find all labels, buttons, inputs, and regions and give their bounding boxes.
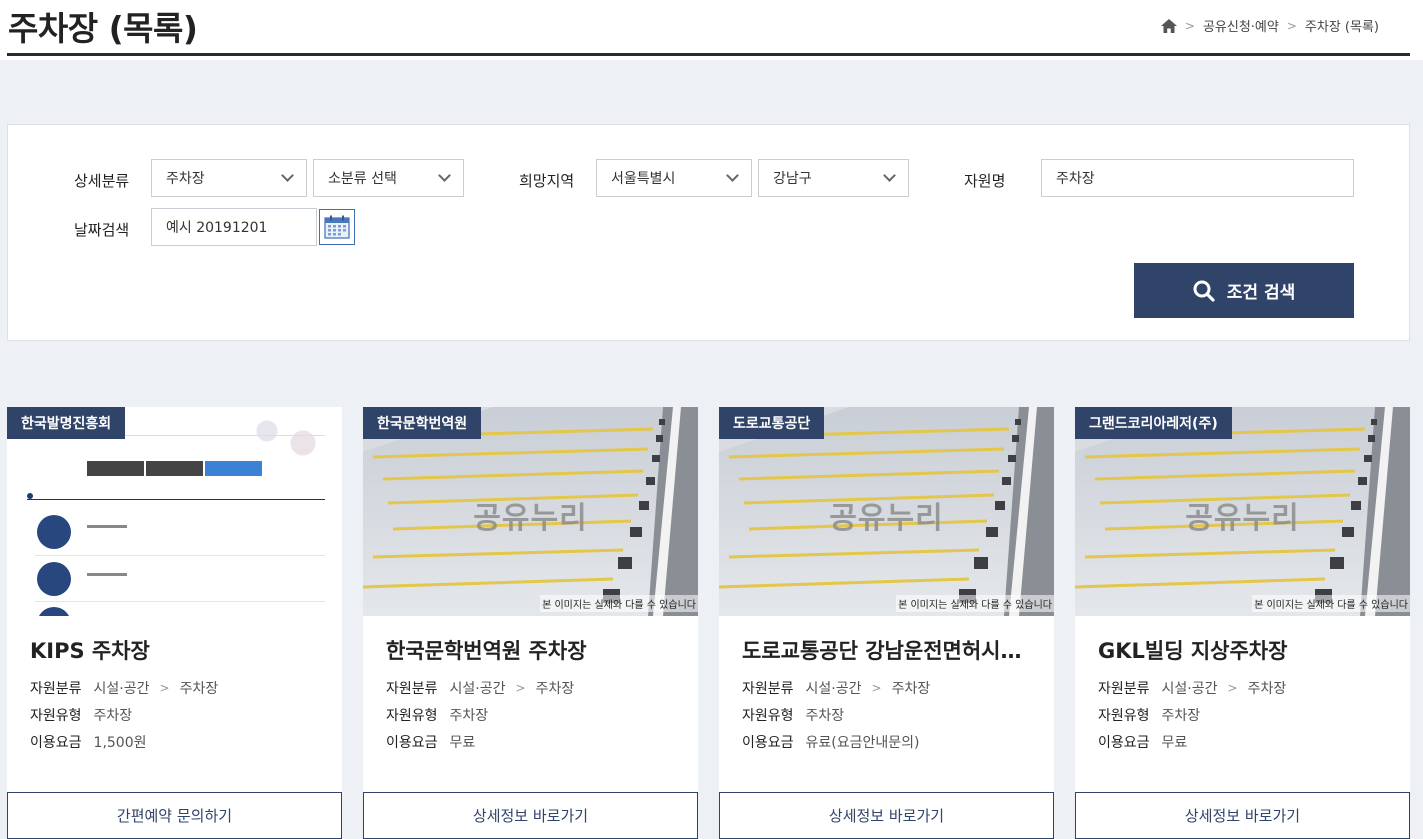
watermark: 공유누리: [473, 501, 588, 536]
resource-fee-row: 이용요금 무료: [386, 735, 476, 751]
search-button[interactable]: 조건 검색: [1134, 263, 1354, 318]
breadcrumb-item[interactable]: 공유신청·예약: [1203, 16, 1279, 35]
category-select[interactable]: 주차장: [151, 159, 307, 197]
resource-name-input[interactable]: 주차장: [1041, 159, 1354, 197]
resource-card[interactable]: 공유누리 본 이미지는 실제와 다를 수 있습니다 도로교통공단 도로교통공단 …: [719, 407, 1054, 839]
page-title: 주차장 (목록): [8, 9, 198, 48]
name-label: 자원명: [964, 172, 1006, 190]
resource-name[interactable]: 도로교통공단 강남운전면허시…: [742, 635, 1037, 665]
page-header: 주차장 (목록) > 공유신청·예약 > 주차장 (목록): [0, 0, 1423, 60]
image-disclaimer: 본 이미지는 실제와 다를 수 있습니다: [896, 595, 1054, 612]
resource-fee-row: 이용요금 무료: [1098, 735, 1188, 751]
date-input[interactable]: 예시 20191201: [151, 208, 317, 246]
category-label: 상세분류: [74, 172, 130, 190]
region-city-select[interactable]: 서울특별시: [596, 159, 752, 197]
breadcrumb-item-current: 주차장 (목록): [1304, 20, 1379, 35]
resource-category-row: 자원분류 시설·공간 > 주차장: [742, 681, 931, 697]
resource-type-row: 자원유형 주차장: [742, 708, 845, 724]
chevron-right-icon: >: [871, 681, 882, 695]
date-label: 날짜검색: [74, 221, 130, 239]
card-thumbnail[interactable]: 공유누리 본 이미지는 실제와 다를 수 있습니다 한국문학번역원: [363, 407, 698, 616]
provider-badge: 한국문학번역원: [363, 407, 482, 439]
image-disclaimer: 본 이미지는 실제와 다를 수 있습니다: [540, 595, 698, 612]
resource-category-row: 자원분류 시설·공간 > 주차장: [1098, 681, 1287, 697]
watermark: 공유누리: [1185, 501, 1300, 536]
chevron-right-icon: >: [159, 681, 170, 695]
resource-name[interactable]: KIPS 주차장: [30, 635, 325, 665]
provider-badge: 한국발명진흥회: [7, 407, 126, 439]
image-disclaimer: 본 이미지는 실제와 다를 수 있습니다: [1252, 595, 1410, 612]
search-icon: [1193, 280, 1215, 302]
resource-type-row: 자원유형 주차장: [1098, 708, 1201, 724]
chevron-down-icon: [726, 169, 739, 182]
resource-type-row: 자원유형 주차장: [30, 708, 133, 724]
watermark: 공유누리: [829, 501, 944, 536]
chevron-down-icon: [883, 169, 896, 182]
calendar-icon: [324, 215, 350, 239]
provider-badge: 그랜드코리아레저(주): [1075, 407, 1232, 439]
resource-name[interactable]: GKL빌딩 지상주차장: [1098, 635, 1393, 665]
subcategory-select[interactable]: 소분류 선택: [313, 159, 464, 197]
resource-name[interactable]: 한국문학번역원 주차장: [386, 635, 681, 665]
detail-info-button[interactable]: 상세정보 바로가기: [363, 792, 698, 839]
chevron-right-icon: >: [1227, 681, 1238, 695]
chevron-right-icon: >: [515, 681, 526, 695]
region-district-select[interactable]: 강남구: [758, 159, 909, 197]
provider-badge: 도로교통공단: [719, 407, 825, 439]
calendar-button[interactable]: [319, 209, 355, 245]
resource-category-row: 자원분류 시설·공간 > 주차장: [386, 681, 575, 697]
card-thumbnail[interactable]: 공유누리 본 이미지는 실제와 다를 수 있습니다 도로교통공단: [719, 407, 1054, 616]
search-panel: 상세분류 주차장 소분류 선택 희망지역 서울특별시 강남구 자원명 주차장 날…: [7, 124, 1410, 341]
resource-card[interactable]: 한국발명진흥회 KIPS 주차장 자원분류 시설·공간 > 주차장 자원유형 주차장 이…: [7, 407, 342, 839]
chevron-down-icon: [438, 169, 451, 182]
breadcrumb: > 공유신청·예약 > 주차장 (목록): [1160, 16, 1379, 35]
region-label: 희망지역: [519, 172, 575, 190]
detail-info-button[interactable]: 상세정보 바로가기: [719, 792, 1054, 839]
home-icon[interactable]: [1160, 18, 1177, 33]
chevron-right-icon: >: [1184, 18, 1195, 33]
chevron-down-icon: [281, 169, 294, 182]
resource-fee-row: 이용요금 1,500원: [30, 735, 147, 751]
resource-fee-row: 이용요금 유료(요금안내문의): [742, 735, 920, 751]
card-thumbnail[interactable]: 한국발명진흥회: [7, 407, 342, 616]
resource-type-row: 자원유형 주차장: [386, 708, 489, 724]
chevron-right-icon: >: [1286, 18, 1297, 33]
title-divider: [7, 53, 1410, 56]
card-thumbnail[interactable]: 공유누리 본 이미지는 실제와 다를 수 있습니다 그랜드코리아레저(주): [1075, 407, 1410, 616]
quick-reservation-button[interactable]: 간편예약 문의하기: [7, 792, 342, 839]
resource-card[interactable]: 공유누리 본 이미지는 실제와 다를 수 있습니다 그랜드코리아레저(주) GK…: [1075, 407, 1410, 839]
resource-card[interactable]: 공유누리 본 이미지는 실제와 다를 수 있습니다 한국문학번역원 한국문학번역…: [363, 407, 698, 839]
detail-info-button[interactable]: 상세정보 바로가기: [1075, 792, 1410, 839]
resource-category-row: 자원분류 시설·공간 > 주차장: [30, 681, 219, 697]
